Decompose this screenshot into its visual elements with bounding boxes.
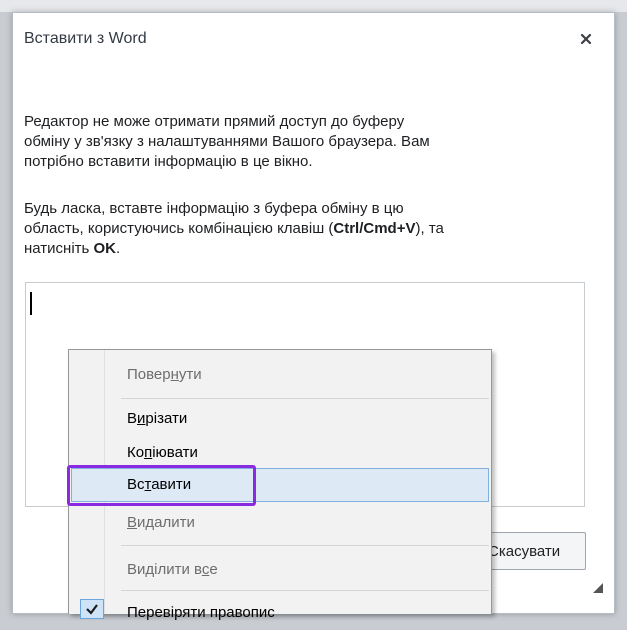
- menu-item-paste[interactable]: Вставити: [71, 468, 489, 502]
- close-button[interactable]: [578, 31, 594, 47]
- menu-item-cut[interactable]: Вирізати: [71, 402, 489, 436]
- menu-separator: [121, 545, 489, 546]
- context-menu: Повернути Вирізати Копіювати Вставити Ви…: [68, 349, 492, 621]
- menu-item-spellcheck[interactable]: Перевіряти правопис: [71, 596, 489, 630]
- text-caret: [30, 292, 32, 315]
- clipboard-access-message: Редактор не може отримати прямий доступ …: [24, 113, 430, 170]
- resize-grip-icon[interactable]: [590, 580, 604, 594]
- close-icon: [580, 33, 592, 45]
- menu-separator: [121, 398, 489, 399]
- browser-background: [0, 0, 627, 12]
- menu-separator: [121, 590, 489, 591]
- menu-item-undo[interactable]: Повернути: [71, 358, 489, 392]
- shortcut-text: Ctrl/Cmd+V: [333, 220, 416, 237]
- dialog-title: Вставити з Word: [24, 30, 147, 47]
- ok-text: OK: [93, 240, 117, 257]
- paste-instructions: Будь ласка, вставте інформацію з буфера …: [24, 200, 444, 257]
- cancel-button[interactable]: Скасувати: [476, 532, 586, 570]
- menu-item-delete[interactable]: Видалити: [71, 506, 489, 540]
- menu-item-select-all[interactable]: Виділити все: [71, 553, 489, 587]
- menu-item-copy[interactable]: Копіювати: [71, 436, 489, 470]
